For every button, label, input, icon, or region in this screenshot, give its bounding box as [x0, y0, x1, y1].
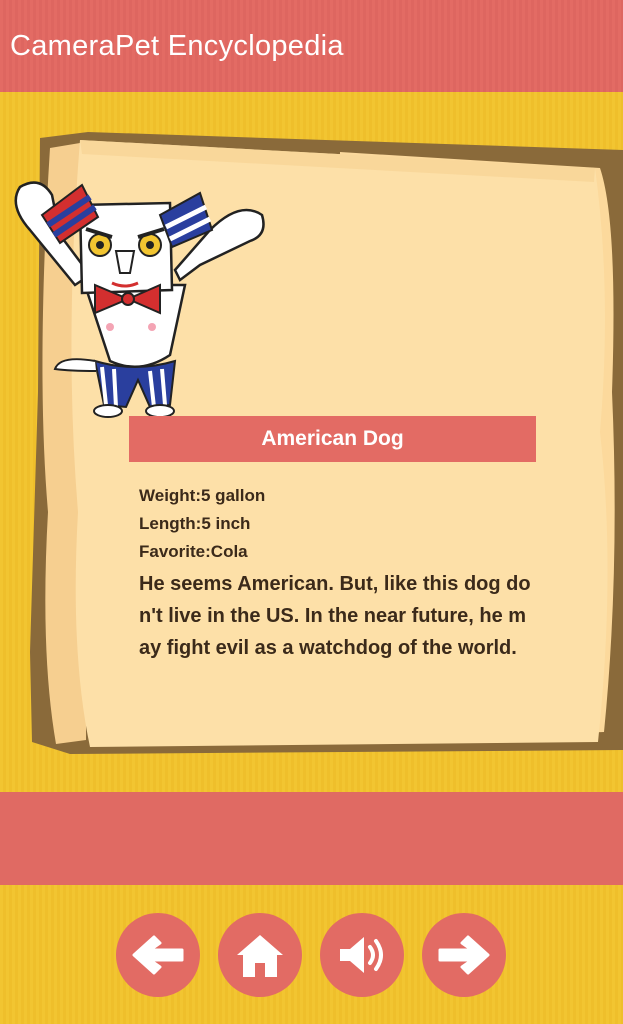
encyclopedia-book: American Dog Weight:5 gallon Length:5 in… — [0, 92, 623, 792]
pet-stats: Weight:5 gallon Length:5 inch Favorite:C… — [139, 482, 265, 566]
ad-banner-area — [0, 792, 623, 885]
app-title: CameraPet Encyclopedia — [10, 30, 344, 62]
pet-description: He seems American. But, like this dog do… — [139, 573, 531, 659]
pet-length: Length:5 inch — [139, 514, 251, 533]
home-button[interactable] — [218, 913, 302, 997]
speaker-icon — [340, 937, 383, 973]
next-button[interactable] — [422, 913, 506, 997]
pet-weight: Weight:5 gallon — [139, 486, 266, 505]
sound-button[interactable] — [320, 913, 404, 997]
previous-button[interactable] — [116, 913, 200, 997]
pet-name-banner: American Dog — [129, 416, 536, 462]
pet-favorite: Favorite:Cola — [139, 542, 248, 561]
home-icon — [237, 935, 283, 977]
american-dog-illustration — [14, 181, 265, 418]
arrow-left-icon — [132, 935, 184, 975]
app-header: CameraPet Encyclopedia — [0, 0, 623, 92]
arrow-right-icon — [438, 935, 490, 975]
